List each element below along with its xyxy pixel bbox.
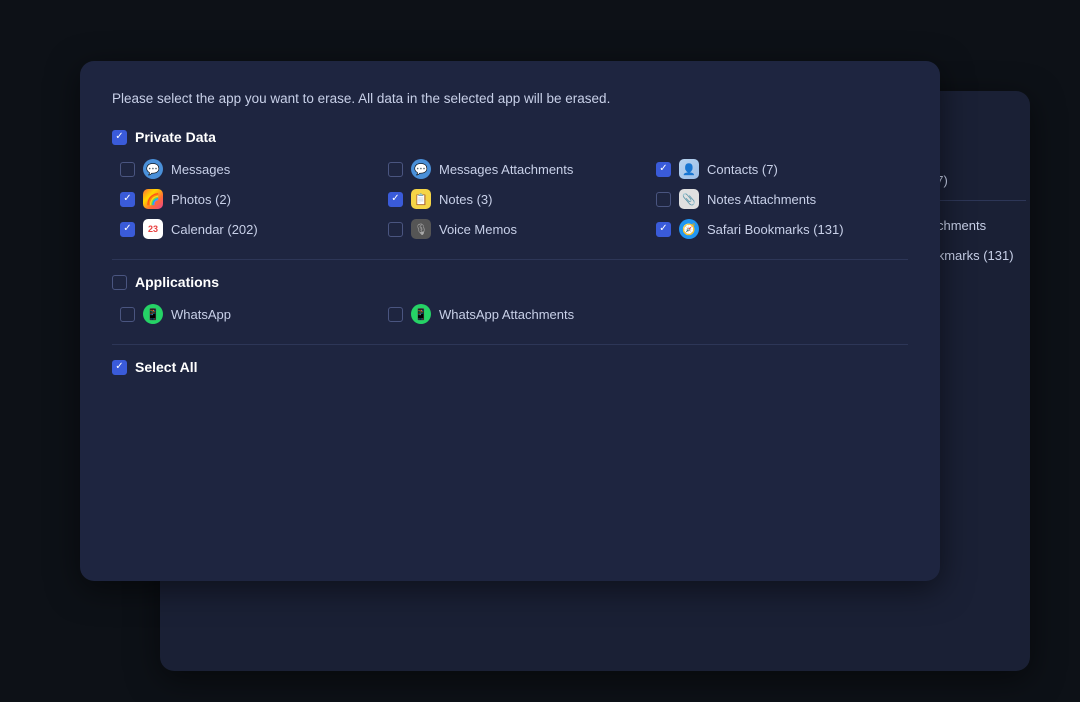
- whatsapp-attach-label: WhatsApp Attachments: [439, 307, 574, 322]
- calendar-label: Calendar (202): [171, 222, 258, 237]
- photos-label: Photos (2): [171, 192, 231, 207]
- select-all-row: Select All: [112, 359, 908, 375]
- messages-attach-checkbox[interactable]: [388, 162, 403, 177]
- whatsapp-checkbox[interactable]: [120, 307, 135, 322]
- voice-memos-icon: 🎙: [411, 219, 431, 239]
- voice-memos-item: 🎙 Voice Memos: [388, 219, 640, 239]
- calendar-item: 23 Calendar (202): [120, 219, 372, 239]
- notes-attach-checkbox[interactable]: [656, 192, 671, 207]
- calendar-icon: 23: [143, 219, 163, 239]
- calendar-checkbox[interactable]: [120, 222, 135, 237]
- notes-checkbox[interactable]: [388, 192, 403, 207]
- photos-icon: 🌈: [143, 189, 163, 209]
- applications-header: Applications: [112, 274, 908, 290]
- safari-checkbox[interactable]: [656, 222, 671, 237]
- contacts-icon-main: 👤: [679, 159, 699, 179]
- contacts-checkbox[interactable]: [656, 162, 671, 177]
- messages-item: 💬 Messages: [120, 159, 372, 179]
- whatsapp-icon: 📱: [143, 304, 163, 324]
- whatsapp-attach-checkbox[interactable]: [388, 307, 403, 322]
- messages-attach-icon: 💬: [411, 159, 431, 179]
- whatsapp-attach-item: 📱 WhatsApp Attachments: [388, 304, 640, 324]
- safari-item: 🧭 Safari Bookmarks (131): [656, 219, 908, 239]
- section-divider: [112, 259, 908, 260]
- select-all-checkbox[interactable]: [112, 360, 127, 375]
- messages-label: Messages: [171, 162, 230, 177]
- safari-icon-main: 🧭: [679, 219, 699, 239]
- notes-label: Notes (3): [439, 192, 492, 207]
- contacts-label: Contacts (7): [707, 162, 778, 177]
- applications-title: Applications: [135, 274, 219, 290]
- messages-checkbox[interactable]: [120, 162, 135, 177]
- notes-icon: 📋: [411, 189, 431, 209]
- notes-attach-item: 📎 Notes Attachments: [656, 189, 908, 209]
- contacts-item: 👤 Contacts (7): [656, 159, 908, 179]
- whatsapp-item: 📱 WhatsApp: [120, 304, 372, 324]
- safari-label: Safari Bookmarks (131): [707, 222, 844, 237]
- messages-attach-label: Messages Attachments: [439, 162, 573, 177]
- private-data-header: Private Data: [112, 129, 908, 145]
- private-data-grid: 💬 Messages 💬 Messages Attachments 👤 Cont…: [112, 159, 908, 239]
- select-all-label: Select All: [135, 359, 198, 375]
- voice-memos-checkbox[interactable]: [388, 222, 403, 237]
- applications-grid: 📱 WhatsApp 📱 WhatsApp Attachments: [112, 304, 908, 324]
- notes-attach-icon-main: 📎: [679, 189, 699, 209]
- photos-item: 🌈 Photos (2): [120, 189, 372, 209]
- notes-item: 📋 Notes (3): [388, 189, 640, 209]
- messages-icon: 💬: [143, 159, 163, 179]
- main-card: Please select the app you want to erase.…: [80, 61, 940, 581]
- whatsapp-label: WhatsApp: [171, 307, 231, 322]
- private-data-title: Private Data: [135, 129, 216, 145]
- whatsapp-attach-icon: 📱: [411, 304, 431, 324]
- bottom-divider: [112, 344, 908, 345]
- voice-memos-label: Voice Memos: [439, 222, 517, 237]
- photos-checkbox[interactable]: [120, 192, 135, 207]
- notes-attach-label: Notes Attachments: [707, 192, 816, 207]
- private-data-checkbox[interactable]: [112, 130, 127, 145]
- messages-attach-item: 💬 Messages Attachments: [388, 159, 640, 179]
- applications-checkbox[interactable]: [112, 275, 127, 290]
- page-description: Please select the app you want to erase.…: [112, 89, 908, 109]
